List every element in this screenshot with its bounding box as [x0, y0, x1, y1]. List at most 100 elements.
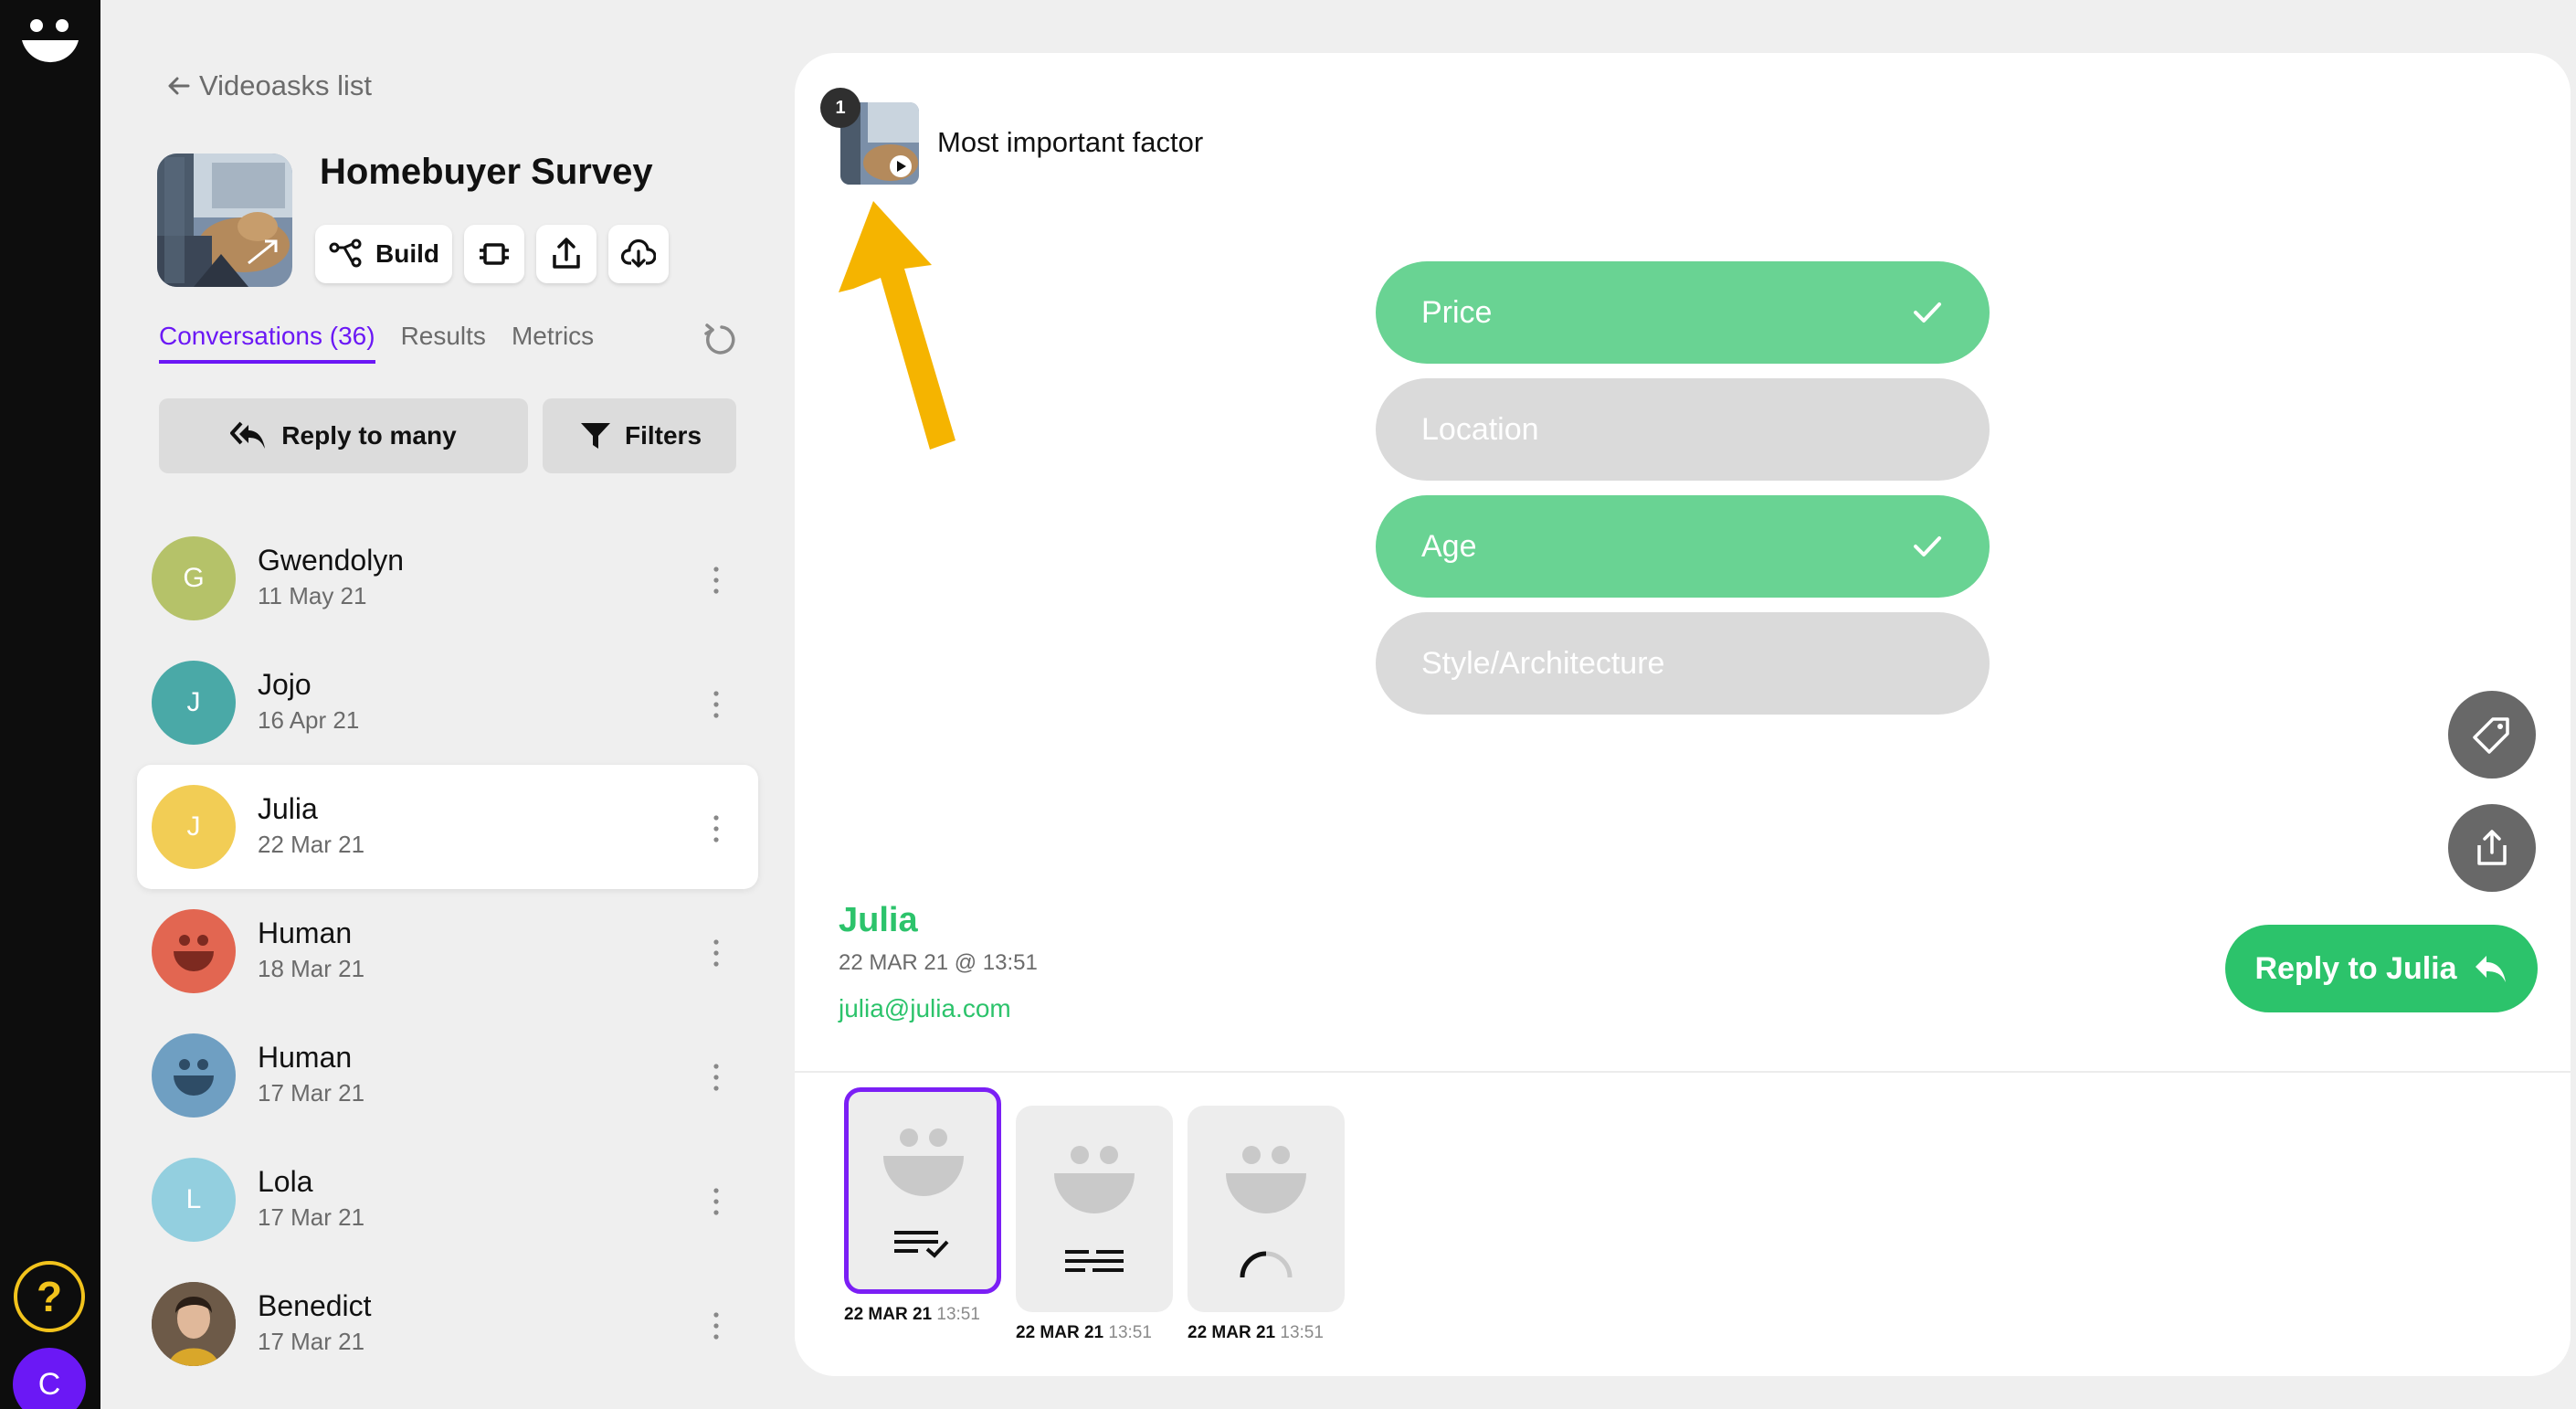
avatar: J — [152, 785, 236, 869]
conversation-date: 17 Mar 21 — [258, 1079, 365, 1107]
survey-toolbar: Build — [315, 225, 669, 283]
question-title: Most important factor — [937, 126, 1204, 158]
contact-name: Benedict — [258, 1289, 372, 1322]
divider — [795, 1071, 2571, 1073]
contact-name: Human — [258, 916, 353, 949]
reply-all-icon — [230, 421, 266, 449]
choice-location: Location — [1376, 378, 1990, 481]
user-avatar[interactable]: C — [13, 1348, 86, 1409]
text-lines-icon — [1065, 1250, 1124, 1272]
conversation-item[interactable]: L Lola 17 Mar 21 — [137, 1138, 758, 1262]
step-time: 13:51 — [1108, 1323, 1152, 1342]
arrow-left-icon — [168, 77, 190, 95]
choice-label: Location — [1421, 411, 1539, 447]
reply-to-contact-button[interactable]: Reply to Julia — [2225, 925, 2538, 1012]
conversation-item[interactable]: Benedict 17 Mar 21 — [137, 1262, 758, 1386]
conversation-date: 11 May 21 — [258, 582, 367, 609]
step-date: 22 MAR 21 — [1188, 1323, 1276, 1342]
conversation-date: 22 Mar 21 — [258, 831, 365, 858]
smiley-face-icon — [174, 1059, 214, 1096]
loading-spinner-icon — [1240, 1251, 1293, 1278]
smiley-face-icon — [883, 1128, 964, 1196]
choice-label: Style/Architecture — [1421, 645, 1665, 681]
smiley-face-icon — [174, 935, 214, 971]
conversation-item[interactable]: G Gwendolyn 11 May 21 — [137, 516, 758, 641]
reply-icon — [2475, 956, 2506, 982]
reply-to-many-button[interactable]: Reply to many — [159, 398, 528, 473]
contact-name: Lola — [258, 1165, 313, 1198]
smiley-face-icon — [1226, 1146, 1306, 1213]
contact-name: Human — [258, 1041, 353, 1074]
build-button[interactable]: Build — [315, 225, 452, 283]
step-date-3: 22 MAR 21 13:51 — [1188, 1323, 1324, 1343]
more-options-icon[interactable] — [709, 1183, 723, 1220]
download-button[interactable] — [608, 225, 669, 283]
filters-label: Filters — [624, 421, 702, 450]
avatar: G — [152, 536, 236, 620]
cloud-download-icon — [621, 238, 656, 268]
avatar — [152, 1282, 236, 1366]
avatar: J — [152, 661, 236, 745]
videoask-logo-icon[interactable] — [20, 16, 80, 71]
response-datetime: 22 MAR 21 @ 13:51 — [839, 950, 1038, 975]
more-options-icon[interactable] — [709, 686, 723, 723]
integrations-button[interactable] — [464, 225, 524, 283]
tag-icon — [2473, 717, 2509, 754]
respondent-name: Julia — [839, 901, 918, 939]
choice-price: Price — [1376, 261, 1990, 364]
conversation-date: 16 Apr 21 — [258, 706, 360, 734]
conversation-date: 18 Mar 21 — [258, 955, 365, 982]
respondent-email[interactable]: julia@julia.com — [839, 994, 1011, 1023]
multiple-choice-icon — [894, 1231, 949, 1258]
survey-thumbnail[interactable] — [157, 154, 292, 287]
more-options-icon[interactable] — [709, 935, 723, 971]
tag-button[interactable] — [2448, 691, 2536, 779]
choice-label: Age — [1421, 528, 1477, 564]
more-options-icon[interactable] — [709, 562, 723, 599]
conversation-date: 17 Mar 21 — [258, 1203, 365, 1231]
tab-conversations[interactable]: Conversations (36) — [159, 322, 375, 364]
filter-icon — [580, 423, 610, 449]
more-options-icon[interactable] — [709, 1308, 723, 1344]
filters-button[interactable]: Filters — [543, 398, 736, 473]
more-options-icon[interactable] — [709, 810, 723, 847]
avatar — [152, 909, 236, 993]
conversation-item[interactable]: Human 18 Mar 21 — [137, 889, 758, 1013]
reply-to-many-label: Reply to many — [281, 421, 457, 450]
highlight-arrow-icon — [839, 201, 955, 450]
build-button-label: Build — [375, 239, 439, 268]
step-date-2: 22 MAR 21 13:51 — [1016, 1323, 1152, 1343]
avatar — [152, 1033, 236, 1118]
share-icon — [553, 238, 580, 269]
step-time: 13:51 — [936, 1305, 980, 1324]
more-options-icon[interactable] — [709, 1059, 723, 1096]
conversation-tabs: Conversations (36) Results Metrics — [159, 322, 594, 364]
refresh-icon[interactable] — [702, 322, 738, 358]
survey-title: Homebuyer Survey — [320, 152, 653, 192]
contact-name: Julia — [258, 792, 318, 825]
conversation-item-selected[interactable]: J Julia 22 Mar 21 — [137, 765, 758, 889]
avatar: L — [152, 1158, 236, 1242]
contact-name: Jojo — [258, 668, 311, 701]
step-date-1: 22 MAR 21 13:51 — [844, 1305, 980, 1325]
tab-metrics[interactable]: Metrics — [512, 322, 594, 364]
tab-results[interactable]: Results — [401, 322, 486, 364]
share-button[interactable] — [536, 225, 596, 283]
conversation-list: G Gwendolyn 11 May 21 J Jojo 16 Apr 21 J… — [137, 516, 758, 1386]
export-button[interactable] — [2448, 804, 2536, 892]
reply-button-label: Reply to Julia — [2254, 950, 2457, 986]
back-link[interactable]: Videoasks list — [166, 69, 372, 102]
conversation-item[interactable]: Human 17 Mar 21 — [137, 1013, 758, 1138]
contact-name: Gwendolyn — [258, 544, 405, 577]
app-rail: ? C — [0, 0, 100, 1409]
dog-photo — [157, 154, 292, 287]
contact-photo — [152, 1282, 236, 1366]
choice-label: Price — [1421, 294, 1493, 330]
step-thumbnail-1[interactable] — [844, 1087, 1001, 1294]
checkmark-icon — [1914, 536, 1941, 556]
step-thumbnail-3[interactable] — [1188, 1106, 1345, 1312]
step-thumbnail-2[interactable] — [1016, 1106, 1173, 1312]
conversation-item[interactable]: J Jojo 16 Apr 21 — [137, 641, 758, 765]
help-button[interactable]: ? — [14, 1261, 85, 1332]
step-time: 13:51 — [1280, 1323, 1324, 1342]
